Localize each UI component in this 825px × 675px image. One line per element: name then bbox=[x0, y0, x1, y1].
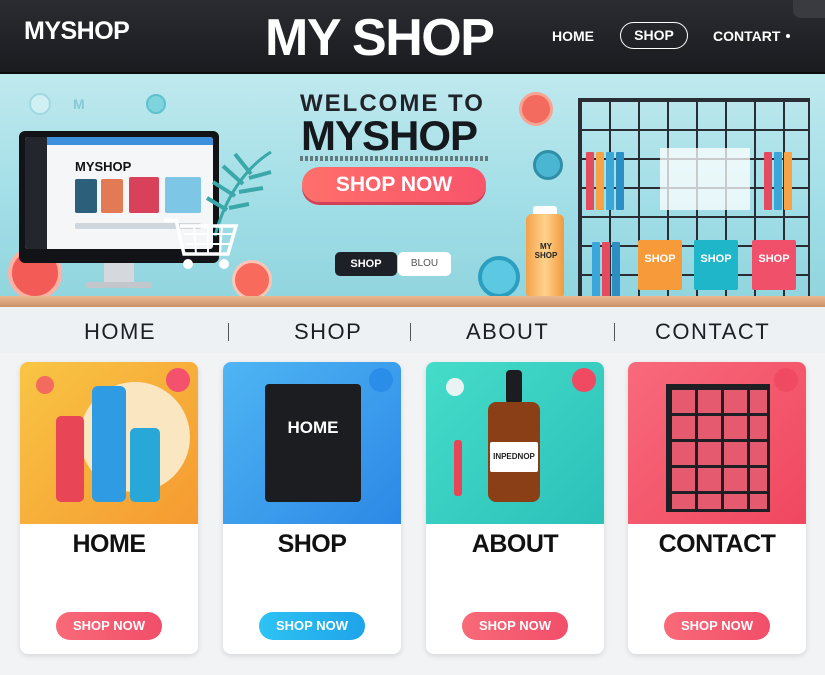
dropper-cap bbox=[506, 370, 522, 404]
monitor-product-4 bbox=[165, 177, 201, 213]
card-contact-shop-now-button[interactable]: SHOP NOW bbox=[664, 612, 770, 640]
rack-book bbox=[592, 242, 600, 300]
card-about[interactable]: INPEDNOP ABOUT SHOP NOW bbox=[426, 362, 604, 654]
catnav-separator bbox=[410, 323, 411, 341]
product-blue-bottle bbox=[92, 386, 126, 502]
card-shop-badge bbox=[369, 368, 393, 392]
hero-banner: M MYSHOP WELCOME TO MYSHOP SHOP NOW SHOP… bbox=[0, 74, 825, 307]
rack-book bbox=[616, 152, 624, 210]
card-home[interactable]: HOME SHOP NOW bbox=[20, 362, 198, 654]
catnav-shop[interactable]: SHOP bbox=[294, 319, 362, 345]
monitor-product-2 bbox=[101, 179, 123, 213]
shopping-cart-icon bbox=[164, 218, 239, 269]
hero-shop-button[interactable]: SHOP bbox=[335, 252, 397, 276]
nav-shop-button[interactable]: SHOP bbox=[620, 22, 688, 49]
rack-book bbox=[612, 242, 620, 300]
product-box-label: HOME bbox=[287, 418, 339, 437]
card-shop-title: SHOP bbox=[277, 530, 347, 558]
card-home-image bbox=[20, 362, 198, 524]
rack-book bbox=[586, 152, 594, 210]
wall-grid-rack: SHOP SHOP SHOP bbox=[578, 98, 810, 300]
card-home-deco-icon bbox=[36, 376, 54, 394]
top-header: MYSHOP MY SHOP HOME SHOP CONTART bbox=[0, 0, 825, 74]
card-home-badge bbox=[166, 368, 190, 392]
card-about-image: INPEDNOP bbox=[426, 362, 604, 524]
nav-dot-icon bbox=[786, 34, 790, 38]
nav-contact-link[interactable]: CONTART bbox=[713, 28, 780, 44]
corner-tab bbox=[793, 0, 825, 18]
monitor-topbar bbox=[47, 137, 213, 145]
card-contact[interactable]: CONTACT SHOP NOW bbox=[628, 362, 806, 654]
nav-home-link[interactable]: HOME bbox=[552, 28, 594, 44]
card-about-deco-icon bbox=[446, 378, 464, 396]
deco-red-disc-icon bbox=[519, 92, 553, 126]
card-home-title: HOME bbox=[72, 530, 147, 558]
rack-book bbox=[774, 152, 782, 210]
product-teal-bottle bbox=[130, 428, 160, 502]
catnav-separator bbox=[614, 323, 615, 341]
deco-blue-disc-icon bbox=[478, 256, 520, 298]
card-about-shop-now-button[interactable]: SHOP NOW bbox=[462, 612, 568, 640]
rack-box-shop-pink: SHOP bbox=[752, 240, 796, 290]
monitor-sidebar bbox=[25, 137, 47, 249]
product-pen bbox=[454, 440, 462, 496]
rack-white-panel bbox=[660, 148, 750, 210]
category-nav: HOME SHOP ABOUT CONTACT bbox=[0, 307, 825, 353]
bottle-label: MY SHOP bbox=[534, 242, 558, 260]
rack-box-shop-orange: SHOP bbox=[638, 240, 682, 290]
catnav-contact[interactable]: CONTACT bbox=[655, 319, 770, 345]
rack-book bbox=[596, 152, 604, 210]
rack-book bbox=[764, 152, 772, 210]
deco-teal-disc-icon bbox=[533, 150, 563, 180]
card-shop[interactable]: HOME SHOP SHOP NOW bbox=[223, 362, 401, 654]
product-amber-label: INPEDNOP bbox=[490, 442, 538, 472]
catnav-about[interactable]: ABOUT bbox=[466, 319, 549, 345]
rack-box-shop-teal: SHOP bbox=[694, 240, 738, 290]
hero-logo-strip-icon: M bbox=[29, 93, 166, 115]
card-shop-shop-now-button[interactable]: SHOP NOW bbox=[259, 612, 365, 640]
product-red-bottle bbox=[56, 416, 84, 502]
card-home-shop-now-button[interactable]: SHOP NOW bbox=[56, 612, 162, 640]
card-about-badge bbox=[572, 368, 596, 392]
hero-underline bbox=[300, 156, 488, 161]
rack-book bbox=[606, 152, 614, 210]
catnav-separator bbox=[228, 323, 229, 341]
hero-blog-button[interactable]: BLOU bbox=[398, 252, 451, 276]
product-black-box bbox=[265, 384, 361, 502]
monitor-product-3 bbox=[129, 177, 159, 213]
svg-text:M: M bbox=[73, 96, 85, 112]
brand-logo-large[interactable]: MY SHOP bbox=[265, 8, 495, 68]
monitor-foot bbox=[86, 282, 152, 288]
catnav-home[interactable]: HOME bbox=[84, 319, 156, 345]
brand-logo-small[interactable]: MYSHOP bbox=[24, 17, 130, 46]
card-contact-image bbox=[628, 362, 806, 524]
card-about-title: ABOUT bbox=[471, 530, 559, 558]
product-grid-shelf bbox=[666, 384, 770, 512]
rack-book bbox=[784, 152, 792, 210]
hero-title-line2: MYSHOP bbox=[301, 112, 478, 159]
hero-shop-now-button[interactable]: SHOP NOW bbox=[302, 167, 486, 202]
monitor-product-1 bbox=[75, 179, 97, 213]
card-contact-title: CONTACT bbox=[658, 530, 776, 558]
monitor-brand: MYSHOP bbox=[75, 159, 132, 174]
rack-book bbox=[602, 242, 610, 300]
card-shop-image: HOME bbox=[223, 362, 401, 524]
card-contact-badge bbox=[774, 368, 798, 392]
